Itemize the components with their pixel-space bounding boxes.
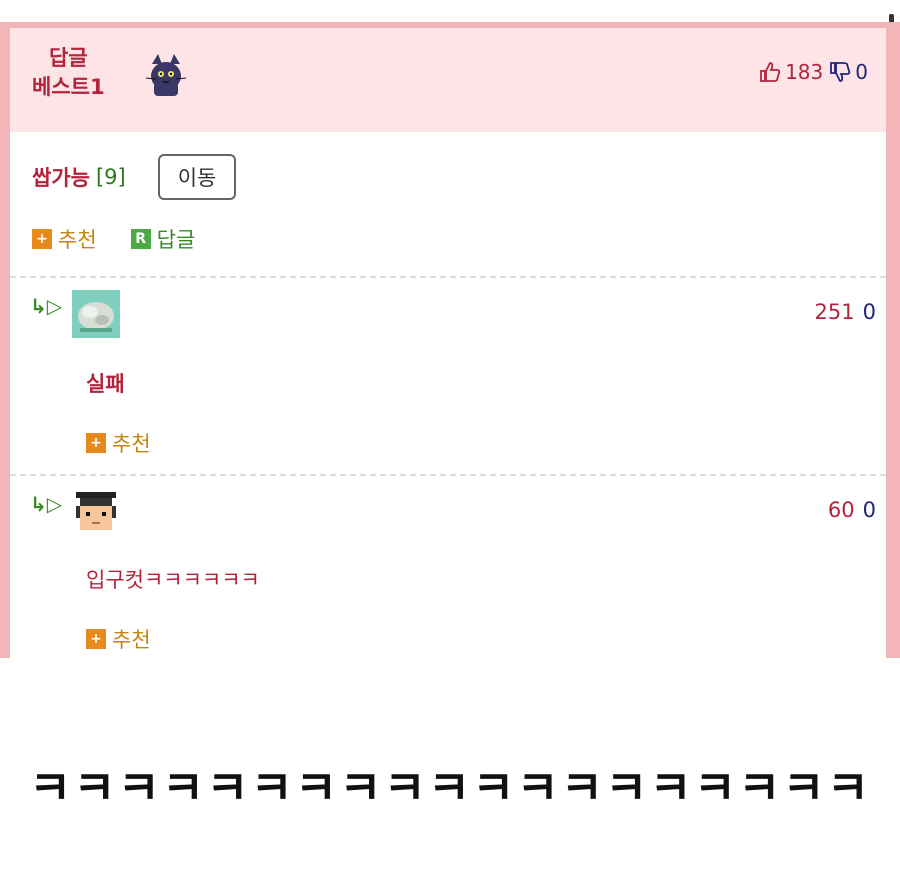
reply-arrow-icon: ↳▷ — [30, 492, 63, 516]
post-title[interactable]: 쌉가능 — [32, 162, 90, 192]
stone-avatar-icon — [72, 290, 120, 338]
reply-recommend-button[interactable]: + 추천 — [86, 624, 151, 654]
reply-r-icon: R — [130, 229, 151, 249]
best-up-count: 183 — [785, 60, 824, 84]
best-label-line1: 답글 — [48, 46, 88, 70]
reply-score-down: 0 — [862, 300, 876, 324]
plus-icon: + — [32, 229, 52, 249]
best-reply-label: 답글 베스트1 — [32, 44, 105, 102]
thumbs-down-icon[interactable] — [829, 61, 851, 83]
reply-button[interactable]: R 답글 — [130, 224, 196, 254]
recommend-label: 추천 — [58, 228, 97, 252]
reply-recommend-button[interactable]: + 추천 — [86, 428, 151, 458]
reply-arrow-icon: ↳▷ — [30, 294, 63, 318]
best-vote-counts: 183 0 — [759, 60, 868, 84]
comment-frame: 답글 베스트1 183 0 쌉가능 [9] 이동 + 추천 R 답글 ↳▷ 25… — [0, 22, 900, 658]
reply-text: 실패 — [86, 372, 125, 396]
caption-text: ㅋㅋㅋㅋㅋㅋㅋㅋㅋㅋㅋㅋㅋㅋㅋㅋㅋㅋㅋ — [28, 761, 872, 815]
reply-score-down: 0 — [862, 498, 876, 522]
plus-icon: + — [86, 629, 106, 649]
comment-panel: 답글 베스트1 183 0 쌉가능 [9] 이동 + 추천 R 답글 ↳▷ 25… — [10, 28, 886, 658]
divider — [10, 474, 886, 476]
reply-count: [9] — [95, 165, 126, 189]
best-reply-bar: 답글 베스트1 183 0 — [10, 28, 886, 132]
post-title-row: 쌉가능 [9] 이동 — [32, 154, 237, 200]
best-label-line2: 베스트1 — [32, 75, 105, 99]
reply-score-up: 251 — [814, 300, 855, 324]
plus-icon: + — [86, 433, 106, 453]
best-down-count: 0 — [855, 60, 868, 84]
divider — [10, 276, 886, 278]
post-actions: + 추천 R 답글 — [32, 224, 195, 254]
thumbs-up-icon[interactable] — [759, 61, 781, 83]
reply-score: 60 0 — [828, 498, 876, 522]
reply-text: 입구컷ㅋㅋㅋㅋㅋㅋ — [86, 568, 260, 592]
reply-recommend-label: 추천 — [112, 432, 151, 456]
reply-score: 251 0 — [815, 300, 876, 324]
recommend-button[interactable]: + 추천 — [32, 224, 97, 254]
reply-score-up: 60 — [827, 498, 855, 522]
move-button[interactable]: 이동 — [157, 154, 237, 200]
pixel-boy-avatar-icon — [72, 488, 120, 536]
reply-label: 답글 — [156, 228, 196, 252]
cat-avatar-icon — [142, 50, 190, 98]
reply-recommend-label: 추천 — [112, 628, 151, 652]
